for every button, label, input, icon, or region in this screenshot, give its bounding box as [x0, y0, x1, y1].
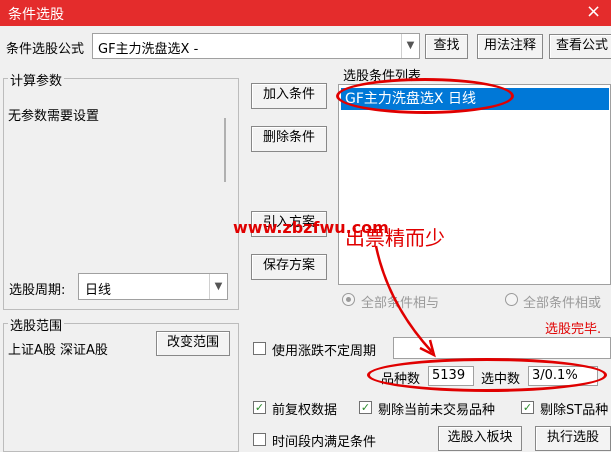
delete-condition-button[interactable]: 删除条件: [251, 126, 327, 152]
radio-dot-icon: [346, 297, 351, 302]
close-icon[interactable]: ×: [586, 1, 601, 22]
forward-adjust-checkbox[interactable]: ✓: [253, 401, 266, 414]
radio-and[interactable]: [342, 293, 355, 306]
highlight-ellipse: [336, 78, 514, 114]
chevron-down-icon[interactable]: ▼: [209, 274, 227, 299]
formula-select[interactable]: GF主力洗盘选X - ▼: [92, 33, 420, 59]
execute-button[interactable]: 执行选股: [535, 426, 611, 451]
radio-or-label: 全部条件相或: [523, 296, 602, 311]
find-button[interactable]: 查找: [425, 34, 468, 59]
chevron-down-icon[interactable]: ▼: [401, 34, 419, 58]
volatile-period-checkbox[interactable]: [253, 342, 266, 355]
params-empty-text: 无参数需要设置: [8, 109, 100, 124]
formula-value: GF主力洗盘选X -: [98, 42, 199, 57]
view-formula-button[interactable]: 查看公式: [549, 34, 611, 59]
radio-or[interactable]: [505, 293, 518, 306]
period-value: 日线: [85, 283, 112, 298]
formula-label: 条件选股公式: [6, 42, 85, 57]
params-scrollbar[interactable]: [224, 118, 226, 182]
usage-button[interactable]: 用法注释: [477, 34, 543, 59]
change-scope-button[interactable]: 改变范围: [156, 331, 230, 356]
exclude-st-label: 剔除ST品种: [540, 403, 609, 418]
volatile-period-label: 使用涨跌不定周期: [272, 344, 377, 359]
status-text: 选股完毕.: [545, 322, 602, 337]
window-title: 条件选股: [8, 7, 64, 23]
exclude-st-checkbox[interactable]: ✓: [521, 401, 534, 414]
time-range-checkbox[interactable]: [253, 433, 266, 446]
save-plan-button[interactable]: 保存方案: [251, 254, 327, 280]
exclude-untraded-label: 剔除当前未交易品种: [378, 403, 496, 418]
period-label: 选股周期:: [9, 283, 66, 298]
exclude-untraded-checkbox[interactable]: ✓: [359, 401, 372, 414]
time-range-label: 时间段内满足条件: [272, 435, 377, 450]
period-select[interactable]: 日线 ▼: [78, 273, 228, 300]
scope-text: 上证A股 深证A股: [8, 343, 108, 358]
add-condition-button[interactable]: 加入条件: [251, 83, 327, 109]
title-bar: 条件选股 ×: [0, 0, 611, 26]
add-to-block-button[interactable]: 选股入板块: [438, 426, 522, 451]
scope-legend: 选股范围: [8, 315, 65, 334]
forward-adjust-label: 前复权数据: [272, 403, 338, 418]
callout-arrow-icon: [374, 245, 436, 358]
params-legend: 计算参数: [8, 70, 65, 89]
